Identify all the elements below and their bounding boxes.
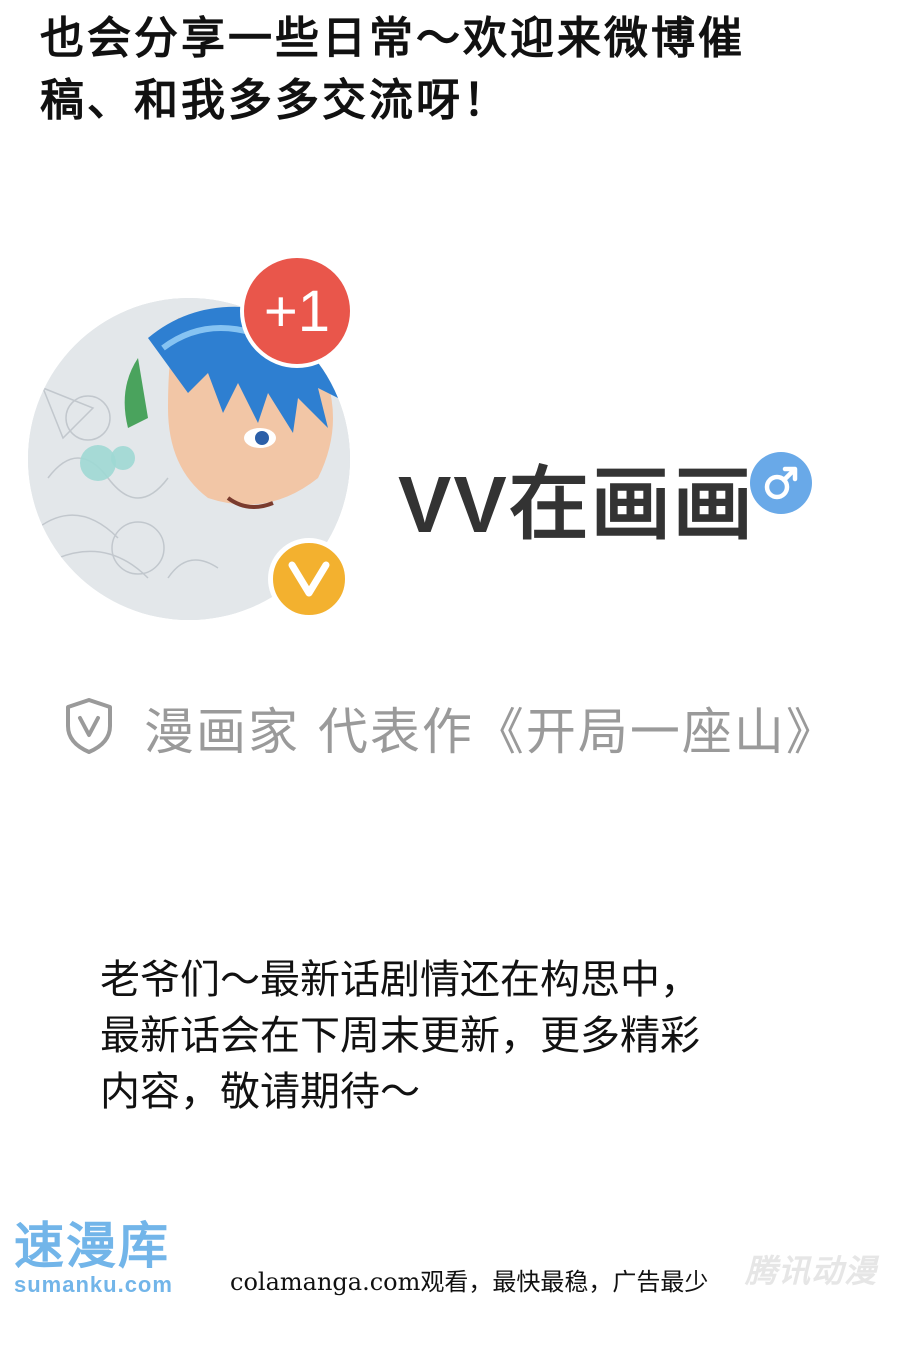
male-gender-icon (750, 452, 812, 514)
notice-line-3: 内容，敬请期待～ (100, 1069, 420, 1115)
publisher-watermark: 腾讯动漫 (745, 1253, 878, 1289)
profile-name: VV在画画 (398, 460, 755, 549)
verified-badge-icon (268, 538, 350, 620)
notice-line-2: 最新话会在下周末更新，更多精彩 (100, 1013, 700, 1059)
intro-line-1: 也会分享一些日常～欢迎来微博催 (40, 13, 745, 64)
update-notice: 老爷们～最新话剧情还在构思中， 最新话会在下周末更新，更多精彩 内容，敬请期待～ (100, 952, 820, 1120)
verification-row: 漫画家 代表作《开局一座山》 (62, 688, 838, 768)
site-watermark-logo: 速漫库 sumanku.com (14, 1218, 194, 1296)
intro-text: 也会分享一些日常～欢迎来微博催 稿、和我多多交流呀！ (40, 8, 860, 132)
notification-badge: +1 (240, 254, 354, 368)
watermark-en: sumanku.com (14, 1272, 173, 1297)
watermark-cn: 速漫库 (14, 1218, 170, 1274)
shield-icon (62, 696, 116, 760)
notice-line-1: 老爷们～最新话剧情还在构思中， (100, 957, 700, 1003)
verification-text: 漫画家 代表作《开局一座山》 (144, 703, 838, 761)
avatar-container[interactable]: +1 (28, 254, 354, 620)
footer-text: colamanga.com观看，最快最稳，广告最少 (230, 1268, 709, 1296)
intro-line-2: 稿、和我多多交流呀！ (40, 75, 510, 126)
